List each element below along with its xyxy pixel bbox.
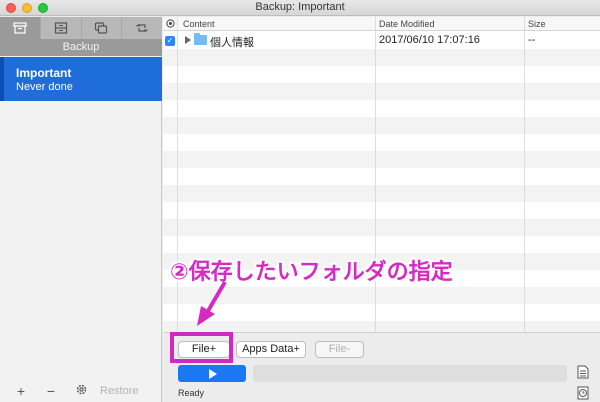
row-checkbox[interactable]: ✓ [165, 36, 175, 46]
empty-row [163, 219, 600, 236]
column-divider[interactable] [524, 17, 525, 332]
remove-file-button[interactable]: File- [315, 341, 364, 358]
empty-row [163, 134, 600, 151]
settings-button[interactable] [66, 383, 96, 399]
annotation-highlight-box [170, 332, 233, 363]
table-row[interactable]: ✓ 個人情報 2017/06/10 17:07:16 -- [163, 32, 600, 49]
folder-icon [194, 33, 207, 45]
sidebar-item-important[interactable]: Important Never done [0, 57, 162, 101]
sync-mode-button[interactable] [122, 17, 162, 39]
empty-row [163, 117, 600, 134]
progress-bar [253, 365, 567, 382]
table-header: Content Date Modified Size [163, 17, 600, 31]
empty-row [163, 151, 600, 168]
restore-mode-button[interactable] [41, 17, 82, 39]
empty-row [163, 83, 600, 100]
mode-segmented-control [0, 17, 162, 39]
column-header-content[interactable]: Content [183, 19, 215, 29]
remove-item-button[interactable]: − [36, 383, 66, 399]
empty-row [163, 185, 600, 202]
backup-mode-button[interactable] [0, 17, 41, 39]
column-header-date-modified[interactable]: Date Modified [379, 19, 435, 29]
disclosure-triangle-icon[interactable] [185, 36, 191, 44]
empty-row [163, 202, 600, 219]
archive-open-icon [54, 22, 67, 34]
sidebar-item-name: Important [16, 66, 72, 80]
sidebar-toolbar: + − Restore [0, 380, 162, 402]
window-title: Backup: Important [255, 1, 345, 13]
archive-box-icon [13, 22, 27, 34]
sidebar-item-status: Never done [16, 81, 73, 93]
sync-arrows-icon [136, 24, 149, 32]
gear-icon [76, 384, 86, 395]
sidebar: Backup Important Never done + − Restore [0, 17, 162, 402]
column-header-size[interactable]: Size [528, 19, 546, 29]
empty-row [163, 49, 600, 66]
copy-mode-button[interactable] [82, 17, 123, 39]
title-bar: Backup: Important [0, 0, 600, 16]
add-apps-data-button[interactable]: Apps Data+ [236, 341, 306, 358]
annotation-arrow-icon [197, 280, 227, 326]
row-name: 個人情報 [210, 37, 254, 49]
schedule-clock-icon[interactable] [577, 386, 589, 400]
selection-indicator [0, 57, 4, 101]
target-icon [166, 19, 175, 28]
add-item-button[interactable]: + [6, 383, 36, 399]
mode-label: Backup [0, 39, 162, 56]
copy-windows-icon [95, 22, 108, 34]
row-size: -- [528, 34, 536, 46]
empty-row [163, 66, 600, 83]
status-text: Ready [178, 388, 205, 398]
empty-row [163, 168, 600, 185]
log-document-icon[interactable] [577, 365, 589, 379]
row-date: 2017/06/10 17:07:16 [379, 34, 480, 46]
start-backup-button[interactable] [178, 365, 246, 382]
empty-row [163, 236, 600, 253]
empty-row [163, 100, 600, 117]
restore-button[interactable]: Restore [100, 385, 139, 397]
